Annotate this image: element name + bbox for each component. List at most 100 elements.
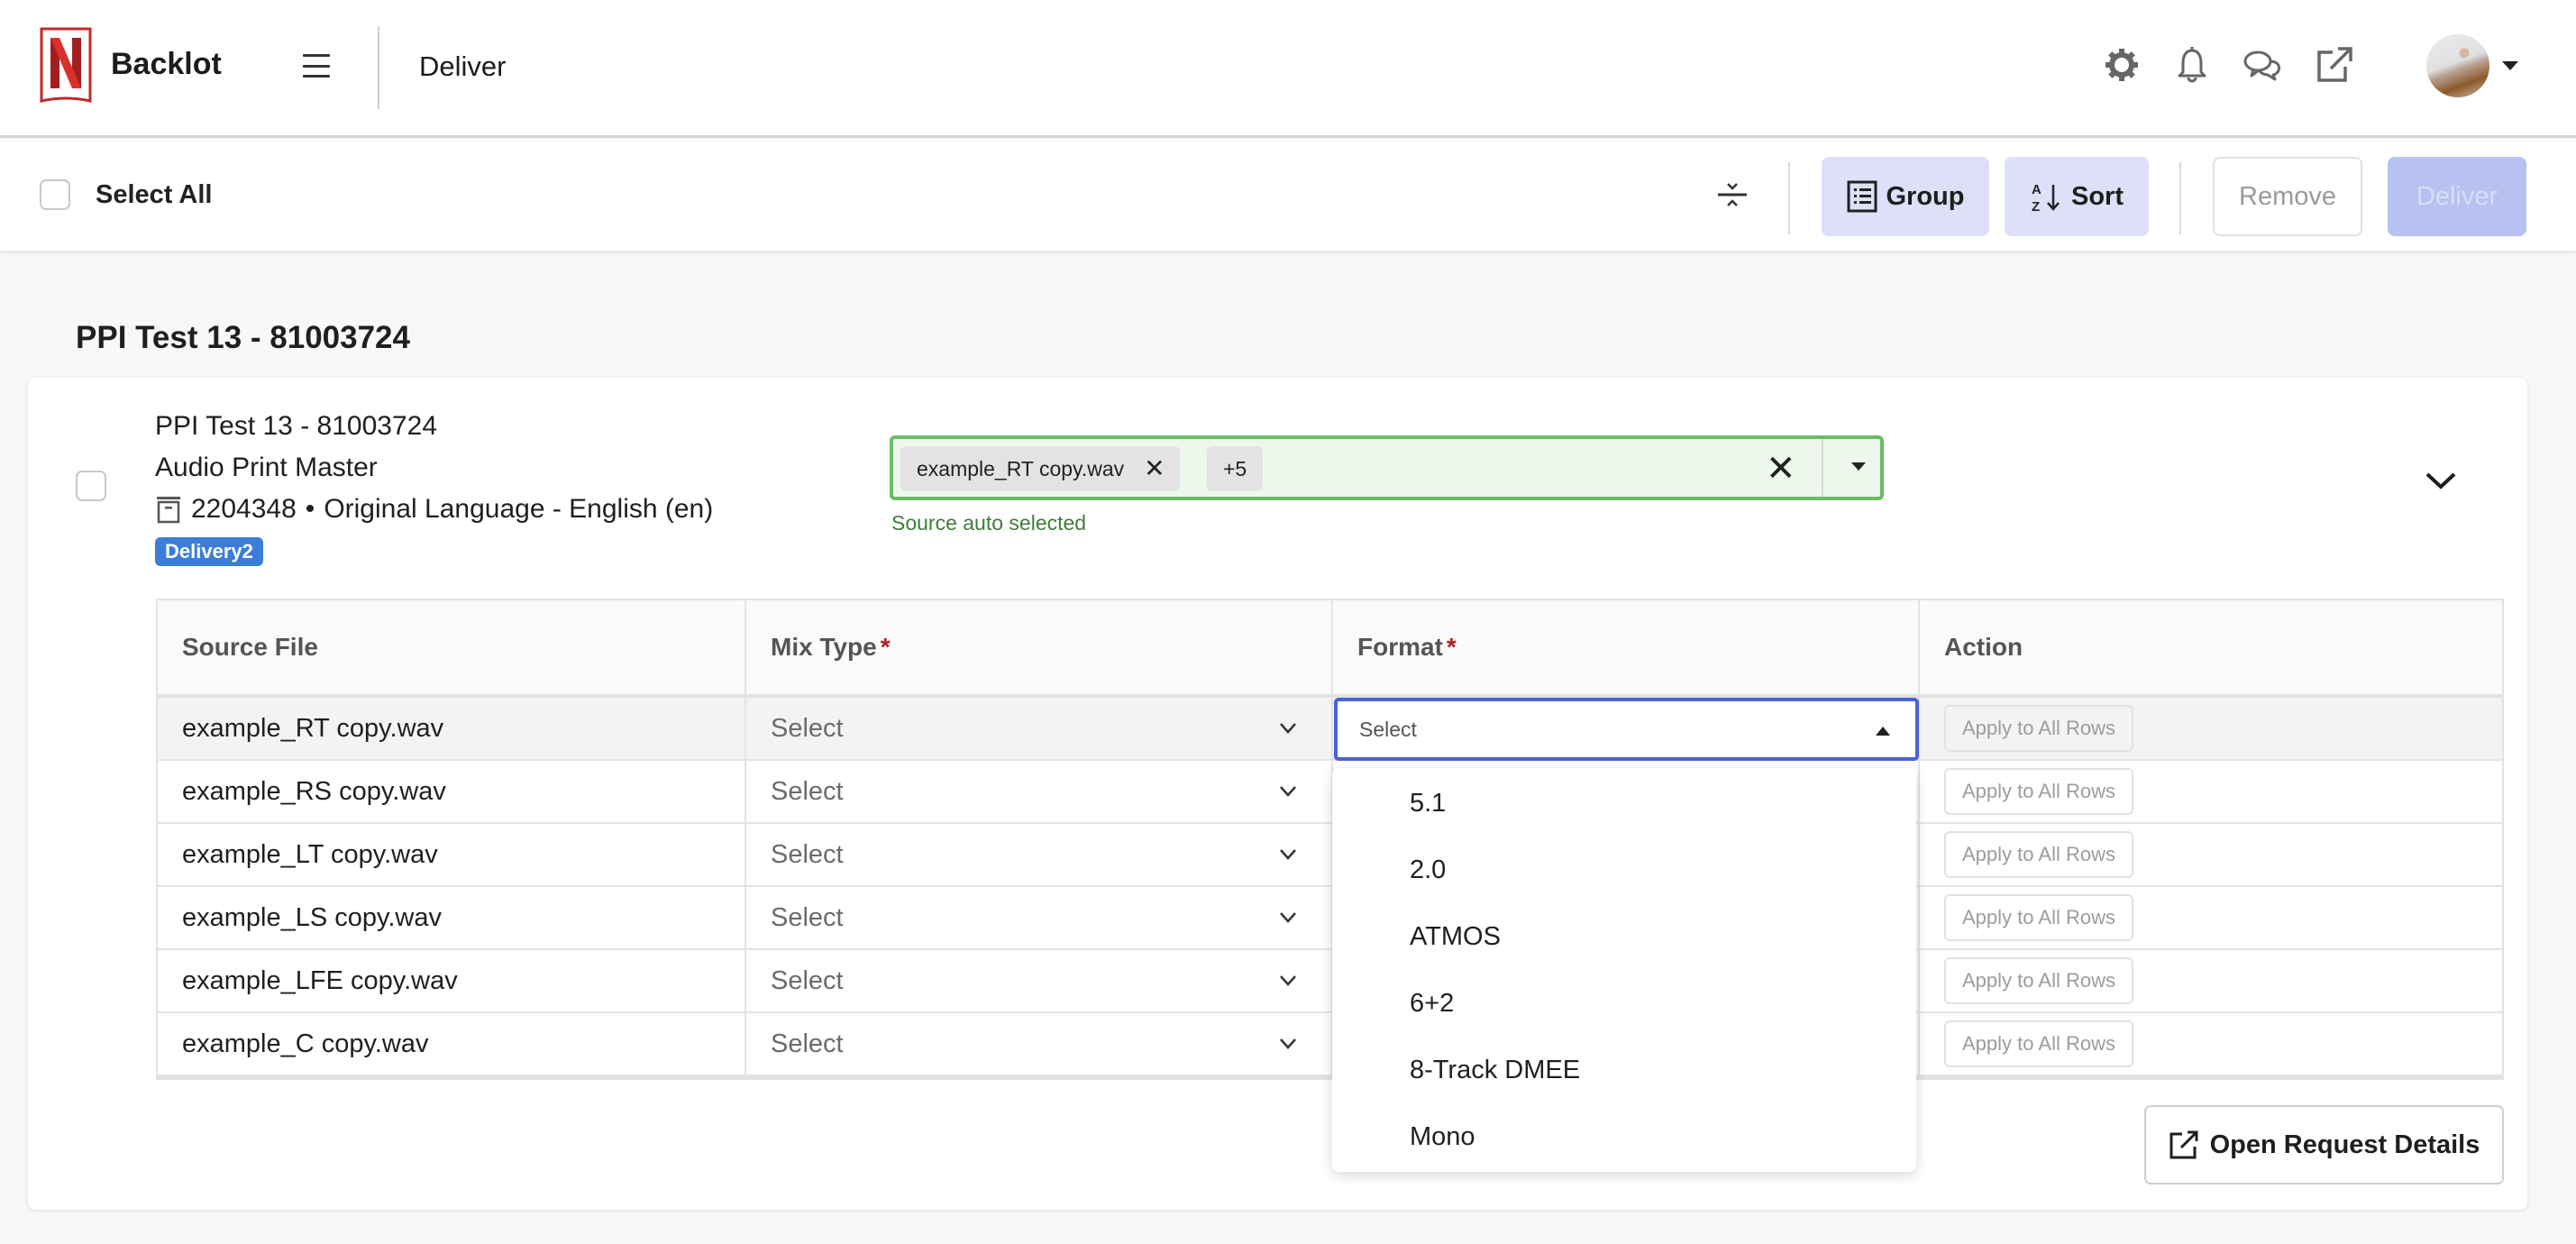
item-checkbox[interactable] — [76, 471, 106, 501]
mix-type-select[interactable]: Select — [771, 824, 1331, 885]
toolbar-divider — [1788, 162, 1790, 234]
delivery-badge: Delivery2 — [155, 537, 263, 566]
caret-down-icon[interactable] — [2502, 61, 2518, 70]
mix-type-value: Select — [771, 1029, 844, 1058]
user-avatar[interactable] — [2426, 34, 2489, 97]
chevron-down-icon — [1280, 849, 1296, 860]
format-option[interactable]: Mono — [1332, 1103, 1916, 1170]
deliver-button[interactable]: Deliver — [2388, 157, 2526, 236]
format-select[interactable]: Select — [1334, 698, 1919, 761]
more-chips-count[interactable]: +5 — [1207, 446, 1264, 491]
format-option[interactable]: 6+2 — [1332, 970, 1916, 1037]
apply-to-all-rows-button[interactable]: Apply to All Rows — [1944, 768, 2133, 815]
format-option[interactable]: ATMOS — [1332, 903, 1916, 970]
item-title: PPI Test 13 - 81003724 — [155, 411, 438, 441]
select-all-label: Select All — [96, 180, 213, 209]
item-meta: 2204348 • Original Language - English (e… — [155, 494, 713, 525]
mix-type-value: Select — [771, 776, 844, 806]
column-header-source-file: Source File — [158, 600, 746, 694]
mix-type-cell: Select — [746, 887, 1333, 948]
source-chip: example_RT copy.wav ✕ — [900, 446, 1180, 491]
remove-button[interactable]: Remove — [2213, 157, 2362, 236]
format-option[interactable]: 5.1 — [1332, 770, 1916, 837]
page-title: Deliver — [419, 50, 507, 82]
source-file-cell: example_LFE copy.wav — [158, 950, 746, 1011]
action-cell: Apply to All Rows — [1920, 761, 2502, 822]
open-details-label: Open Request Details — [2209, 1130, 2480, 1159]
action-cell: Apply to All Rows — [1920, 824, 2502, 885]
action-cell: Apply to All Rows — [1920, 698, 2502, 759]
format-dropdown-menu: 5.1 2.0 ATMOS 6+2 8-Track DMEE Mono — [1332, 768, 1916, 1172]
gear-icon[interactable] — [2102, 45, 2142, 85]
open-request-details-button[interactable]: Open Request Details — [2144, 1105, 2504, 1185]
mix-type-cell: Select — [746, 1013, 1333, 1075]
external-link-icon[interactable] — [2315, 45, 2354, 85]
table-row: example_RT copy.wav Select Select Apply … — [158, 698, 2502, 761]
table-row: example_LS copy.wav Select Apply to All … — [158, 887, 2502, 950]
action-cell: Apply to All Rows — [1920, 1013, 2502, 1075]
mix-type-value: Select — [771, 902, 844, 932]
mix-type-cell: Select — [746, 698, 1333, 759]
source-file-select[interactable]: example_RT copy.wav ✕ +5 ✕ — [890, 435, 1884, 500]
chevron-down-icon — [1280, 1038, 1296, 1049]
group-label: Group — [1886, 181, 1965, 211]
svg-text:Z: Z — [2032, 199, 2040, 214]
mix-type-value: Select — [771, 965, 844, 995]
format-option[interactable]: 8-Track DMEE — [1332, 1037, 1916, 1103]
table-header-row: Source File Mix Type * Format * Action — [158, 600, 2502, 698]
caret-up-icon — [1876, 727, 1890, 736]
meta-separator: • — [305, 494, 315, 524]
chevron-down-icon[interactable] — [2425, 471, 2457, 492]
mix-type-value: Select — [771, 839, 844, 869]
sort-az-icon: A Z — [2032, 182, 2060, 214]
required-marker: * — [1446, 633, 1457, 661]
mix-type-value: Select — [771, 713, 844, 743]
brand-name: Backlot — [111, 47, 222, 81]
clear-selection-icon[interactable]: ✕ — [1766, 448, 1796, 489]
mix-type-select[interactable]: Select — [771, 761, 1331, 822]
caret-down-icon[interactable] — [1851, 462, 1866, 471]
external-link-icon — [2170, 1130, 2198, 1159]
mix-type-cell: Select — [746, 950, 1333, 1011]
mix-type-select[interactable]: Select — [771, 1013, 1331, 1075]
format-option[interactable]: 2.0 — [1332, 837, 1916, 903]
mix-type-select[interactable]: Select — [771, 887, 1331, 948]
mix-type-cell: Select — [746, 824, 1333, 885]
format-cell: Select — [1333, 698, 1920, 761]
mix-type-cell: Select — [746, 761, 1333, 822]
remove-chip-icon[interactable]: ✕ — [1144, 456, 1165, 481]
table-row: example_LT copy.wav Select Apply to All … — [158, 824, 2502, 887]
table-row: example_LFE copy.wav Select Apply to All… — [158, 950, 2502, 1013]
menu-icon[interactable] — [303, 54, 330, 78]
netflix-logo-icon[interactable] — [40, 27, 92, 105]
select-all-checkbox[interactable] — [40, 179, 70, 210]
format-select-value: Select — [1359, 717, 1417, 741]
source-file-cell: example_RT copy.wav — [158, 698, 746, 759]
apply-to-all-rows-button[interactable]: Apply to All Rows — [1944, 831, 2133, 878]
source-file-cell: example_LT copy.wav — [158, 824, 746, 885]
chat-icon[interactable] — [2243, 45, 2282, 85]
mix-type-select[interactable]: Select — [771, 698, 1331, 759]
column-header-format: Format * — [1333, 600, 1920, 694]
action-cell: Apply to All Rows — [1920, 887, 2502, 948]
collapse-all-icon[interactable] — [1714, 177, 1750, 213]
source-file-cell: example_RS copy.wav — [158, 761, 746, 822]
chevron-down-icon — [1280, 786, 1296, 797]
required-marker: * — [880, 633, 891, 661]
bell-icon[interactable] — [2172, 45, 2212, 85]
apply-to-all-rows-button[interactable]: Apply to All Rows — [1944, 957, 2133, 1004]
apply-to-all-rows-button[interactable]: Apply to All Rows — [1944, 1020, 2133, 1067]
source-chip-label: example_RT copy.wav — [917, 456, 1125, 480]
source-file-cell: example_C copy.wav — [158, 1013, 746, 1075]
section-title: PPI Test 13 - 81003724 — [76, 320, 410, 355]
svg-text:A: A — [2032, 182, 2042, 197]
group-button[interactable]: Group — [1822, 157, 1989, 236]
sort-button[interactable]: A Z Sort — [2005, 157, 2149, 236]
select-divider — [1822, 439, 1823, 497]
table-row: example_RS copy.wav Select Apply to All … — [158, 761, 2502, 824]
apply-to-all-rows-button[interactable]: Apply to All Rows — [1944, 705, 2133, 752]
header-divider — [378, 26, 379, 109]
mix-type-select[interactable]: Select — [771, 950, 1331, 1011]
apply-to-all-rows-button[interactable]: Apply to All Rows — [1944, 894, 2133, 941]
item-subtitle: Audio Print Master — [155, 453, 378, 482]
